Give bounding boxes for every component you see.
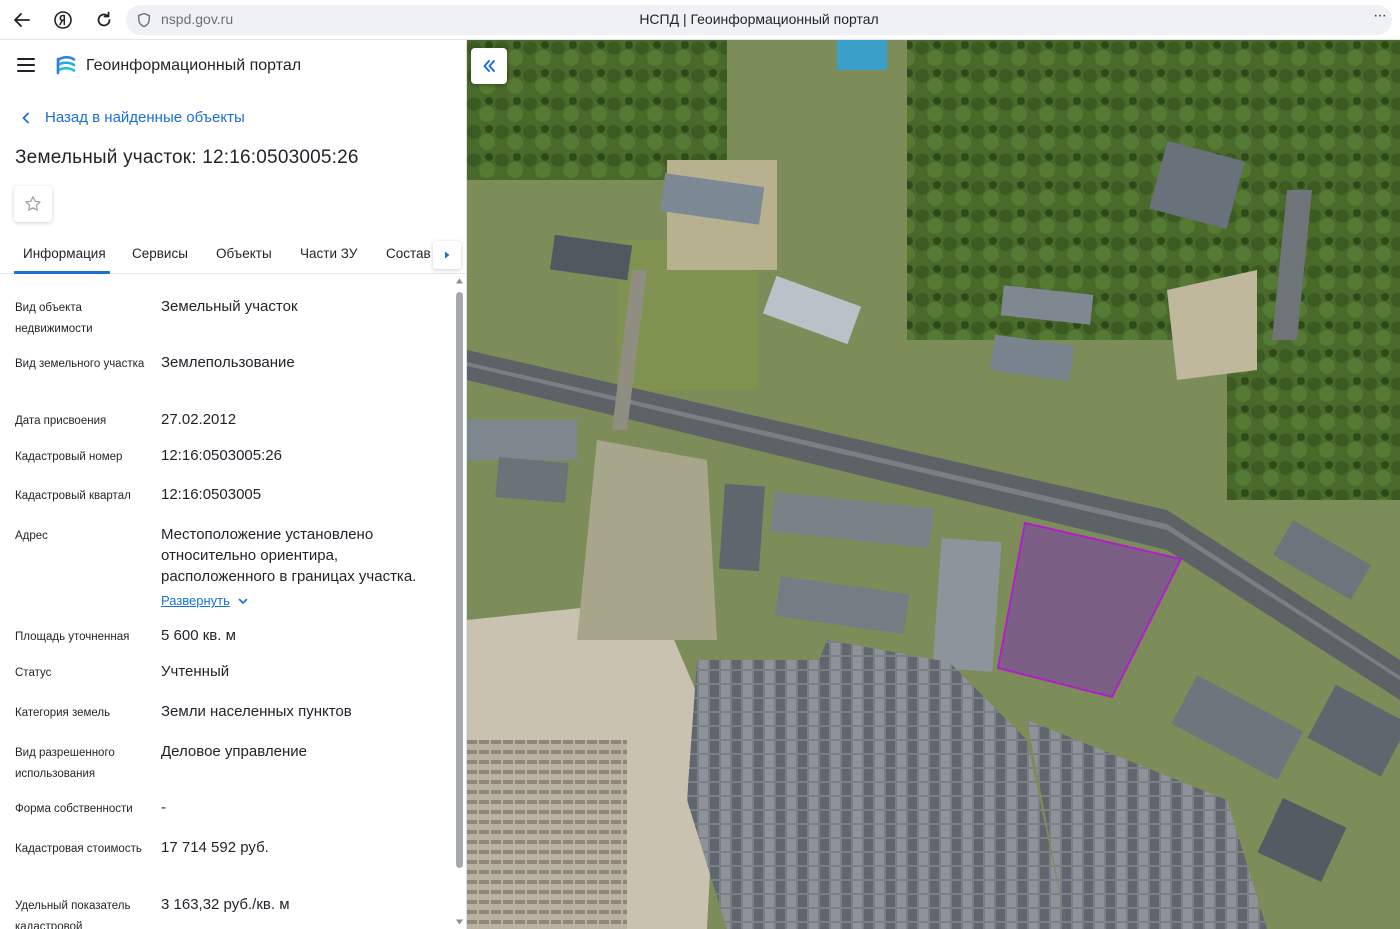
info-label: Вид разрешенного использования: [15, 747, 115, 780]
info-list: Вид объекта недвижимости Земельный участ…: [0, 276, 452, 929]
tab-objects[interactable]: Объекты: [216, 246, 272, 261]
star-icon: [25, 196, 41, 211]
info-value: -: [161, 799, 166, 816]
info-value: Земли населенных пунктов: [161, 703, 352, 720]
yandex-icon[interactable]: [49, 6, 77, 34]
tabs-bar: Информация Сервисы Объекты Части ЗУ Сост…: [0, 236, 466, 274]
reload-icon[interactable]: [90, 6, 118, 34]
portal-logo-icon: [56, 55, 76, 75]
info-value: 12:16:0503005:26: [161, 447, 282, 464]
portal-name: Геоинформационный портал: [86, 57, 302, 74]
info-label: Дата присвоения: [15, 415, 107, 427]
address-value-block: Местоположение установлено относительно …: [161, 524, 446, 611]
info-value: Земельный участок: [161, 298, 298, 315]
info-label: Форма собственности: [15, 803, 133, 815]
info-label: Кадастровый квартал: [15, 490, 131, 502]
browser-toolbar: nspd.gov.ru НСПД | Геоинформационный пор…: [0, 0, 1400, 40]
info-label: Адрес: [15, 530, 48, 542]
scrollbar-thumb[interactable]: [456, 292, 463, 868]
portal-header: Геоинформационный портал: [0, 40, 466, 94]
info-value: Местоположение установлено относительно …: [161, 526, 417, 585]
tab-parcel-parts[interactable]: Части ЗУ: [300, 246, 357, 261]
tabs-scroll-right-button[interactable]: [433, 241, 461, 269]
scroll-up-arrow-icon[interactable]: [455, 277, 464, 285]
info-value: 27.02.2012: [161, 411, 237, 428]
chevron-down-icon: [238, 598, 248, 604]
back-to-results-link[interactable]: Назад в найденные объекты: [19, 109, 245, 126]
active-tab-indicator: [14, 271, 110, 274]
info-label: Удельный показатель кадастровой: [15, 900, 131, 929]
expand-address-link[interactable]: Развернуть: [161, 590, 446, 611]
info-label: Кадастровый номер: [15, 451, 123, 463]
chevron-left-icon: [22, 112, 29, 123]
info-label: Кадастровая стоимость: [15, 843, 142, 855]
tab-services[interactable]: Сервисы: [132, 246, 188, 261]
info-value: 12:16:0503005: [161, 486, 262, 503]
tab-information[interactable]: Информация: [23, 246, 106, 261]
back-arrow-icon[interactable]: [8, 6, 36, 34]
scroll-down-arrow-icon[interactable]: [455, 918, 464, 926]
favorite-button[interactable]: [14, 186, 52, 222]
info-label: Статус: [15, 667, 52, 679]
expand-label: Развернуть: [161, 593, 230, 608]
info-label: Категория земель: [15, 707, 111, 719]
double-chevron-left-icon: [483, 60, 495, 72]
address-bar[interactable]: nspd.gov.ru НСПД | Геоинформационный пор…: [126, 5, 1392, 35]
collapse-panel-button[interactable]: [471, 48, 507, 84]
more-icon[interactable]: ···: [1373, 7, 1387, 25]
info-label: Вид земельного участка: [15, 358, 145, 370]
hamburger-menu-icon[interactable]: [17, 58, 35, 72]
info-panel: Геоинформационный портал Назад в найденн…: [0, 40, 467, 929]
back-link-label: Назад в найденные объекты: [45, 109, 245, 126]
info-label: Площадь уточненная: [15, 631, 130, 643]
info-value: Землепользование: [161, 354, 295, 371]
info-value: 17 714 592 руб.: [161, 839, 269, 856]
tab-composition[interactable]: Состав: [386, 246, 431, 261]
info-value: 5 600 кв. м: [161, 627, 236, 644]
info-value: 3 163,32 руб./кв. м: [161, 896, 290, 913]
caret-right-icon: [445, 251, 450, 259]
info-label: Вид объекта недвижимости: [15, 302, 93, 335]
map-view[interactable]: [467, 40, 1400, 929]
satellite-imagery[interactable]: [467, 40, 1400, 929]
browser-page-title: НСПД | Геоинформационный портал: [639, 11, 879, 27]
object-title: Земельный участок: 12:16:0503005:26: [15, 147, 359, 168]
info-value: Деловое управление: [161, 743, 307, 760]
info-value: Учтенный: [161, 663, 230, 680]
